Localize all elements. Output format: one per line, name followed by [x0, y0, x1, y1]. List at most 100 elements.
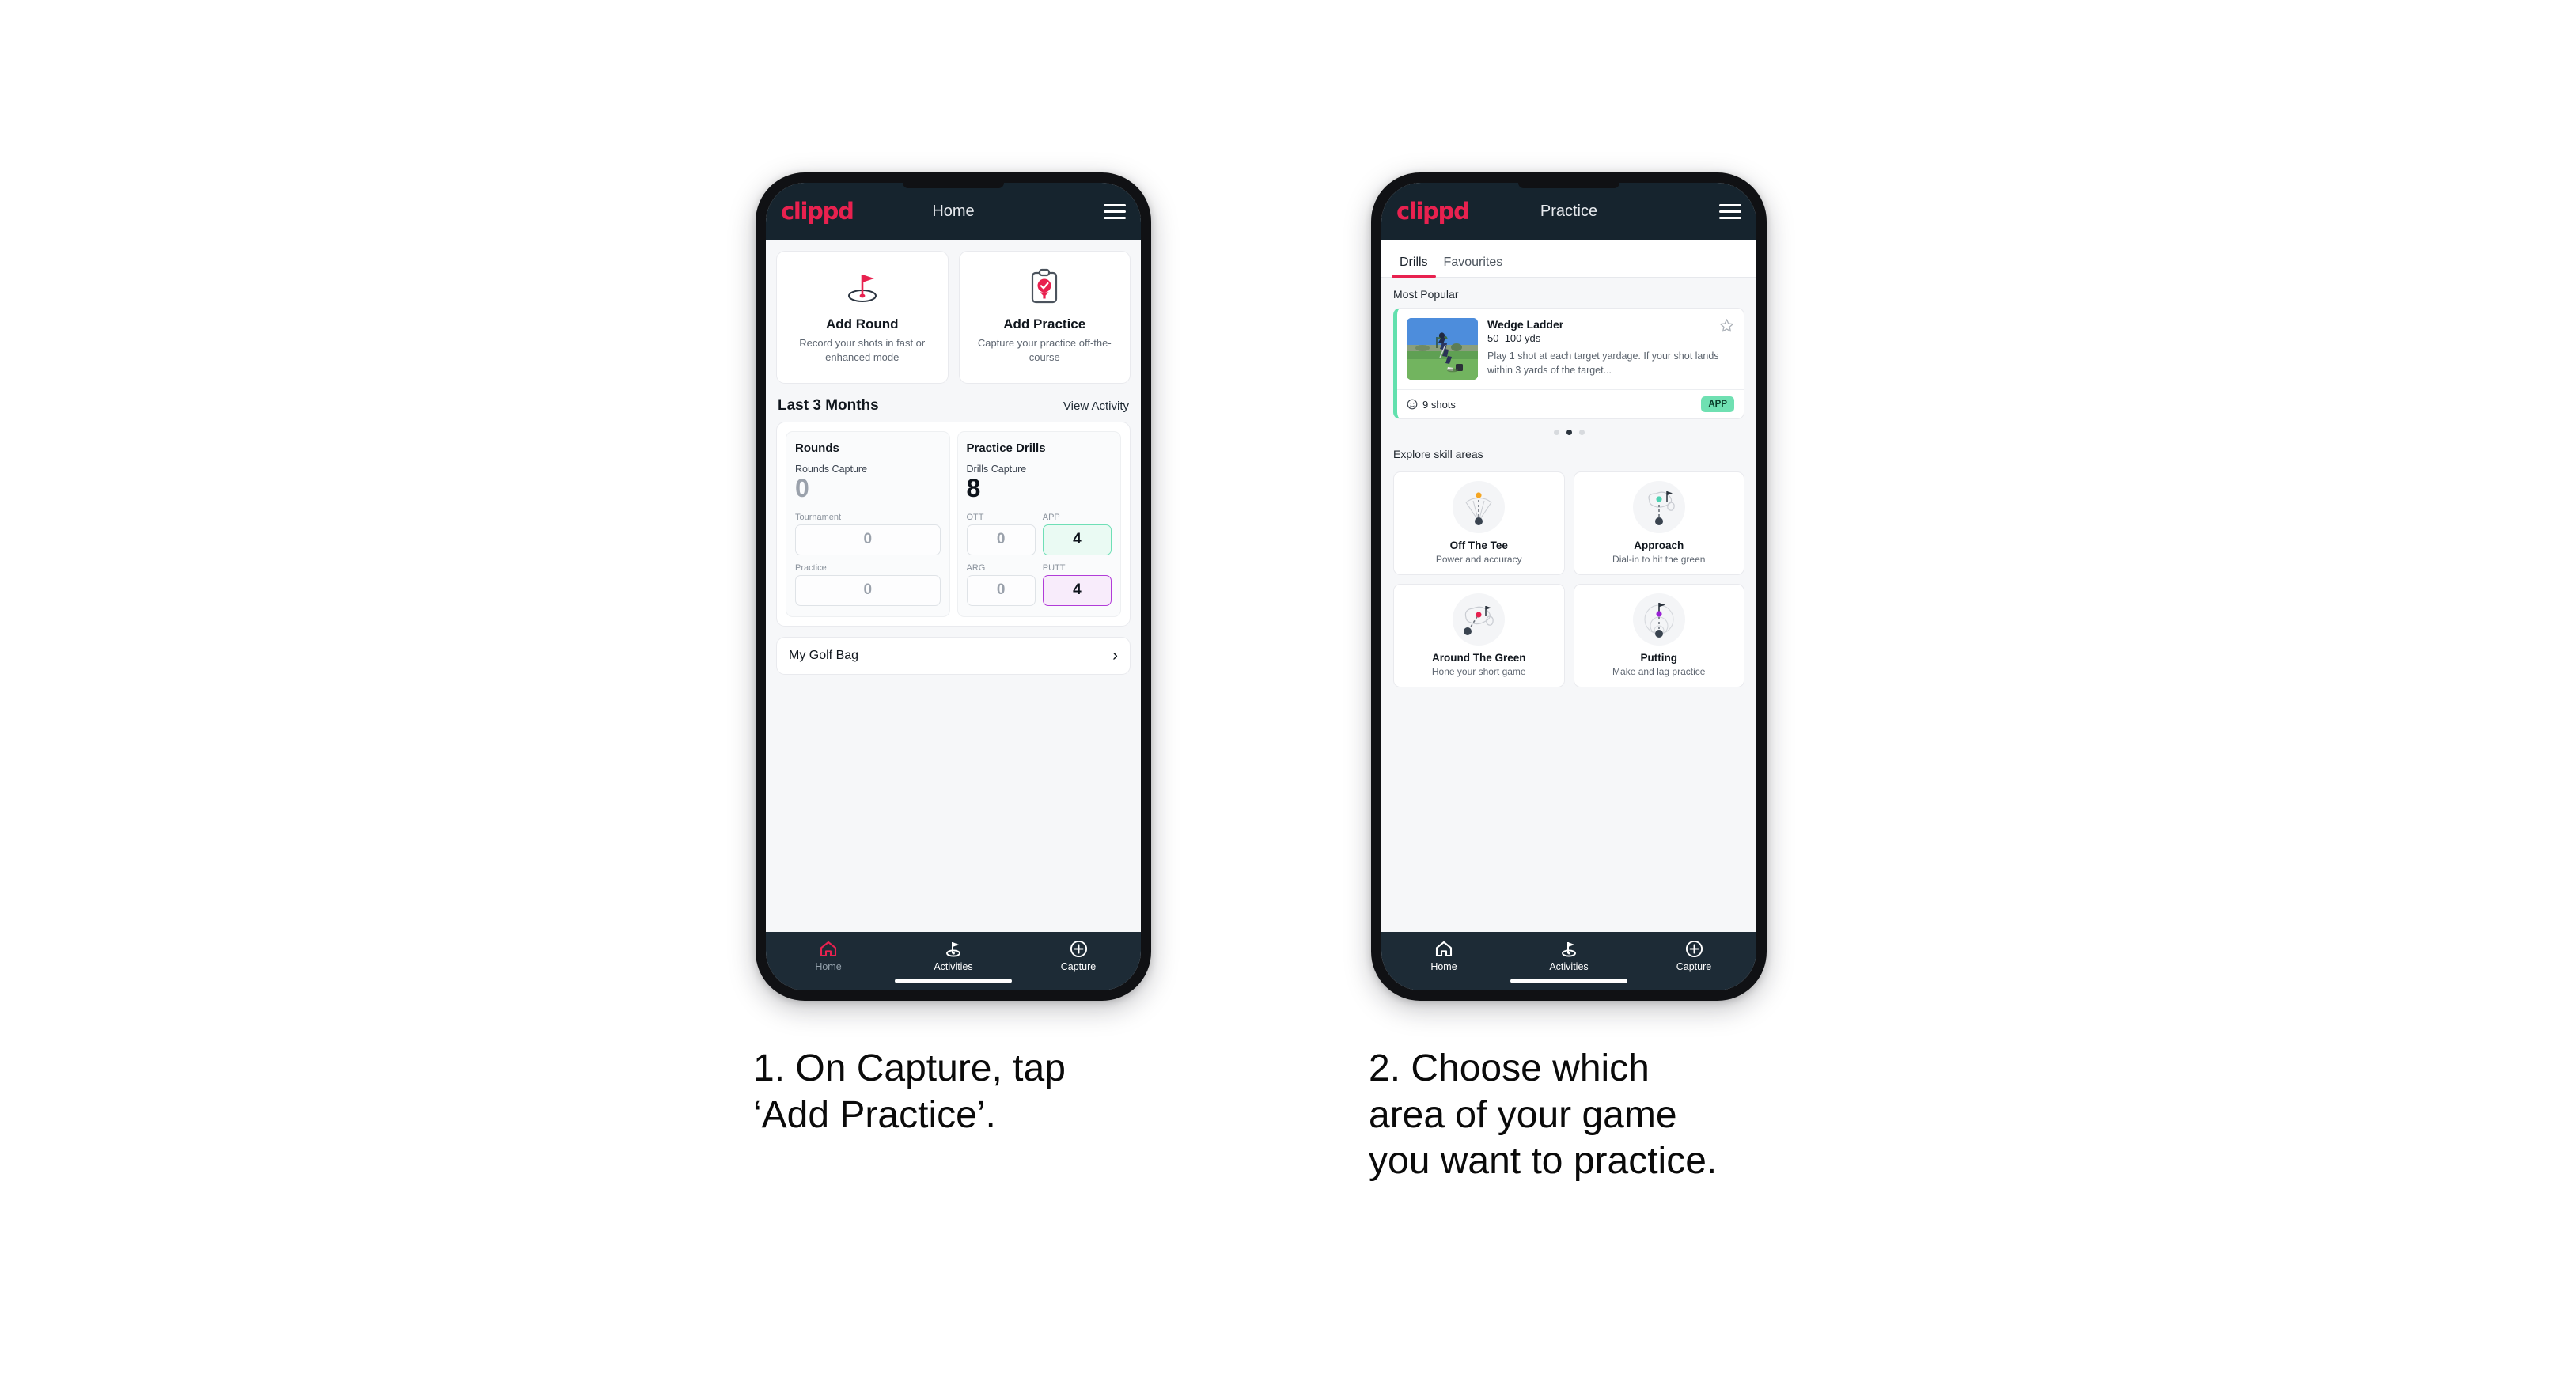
skill-card-around-the-green[interactable]: Around The Green Hone your short game — [1393, 584, 1565, 687]
chevron-right-icon: › — [1112, 646, 1118, 665]
add-round-card[interactable]: Add Round Record your shots in fast or e… — [776, 251, 949, 384]
home-indicator — [1510, 979, 1627, 983]
explore-skill-areas-label: Explore skill areas — [1393, 448, 1483, 460]
skill-name: Off The Tee — [1449, 540, 1508, 551]
drill-card-footer: 9 shots APP — [1397, 389, 1744, 418]
quick-actions-row: Add Round Record your shots in fast or e… — [766, 240, 1141, 384]
ott-field: OTT 0 — [966, 512, 1036, 555]
phone-screen-home: clippd Home Add Round Record your shots … — [766, 183, 1141, 990]
drill-tag-app: APP — [1701, 396, 1734, 412]
app-label: APP — [1042, 512, 1060, 522]
nav-item-home[interactable]: Home — [1381, 939, 1506, 972]
drill-thumbnail — [1407, 318, 1478, 380]
skill-card-approach[interactable]: Approach Dial-in to hit the green — [1573, 471, 1744, 575]
skill-areas-grid: Off The Tee Power and accuracy Approach … — [1381, 468, 1756, 699]
home-icon — [819, 939, 838, 958]
phone-notch — [903, 183, 1004, 188]
putt-value[interactable]: 4 — [1042, 574, 1112, 606]
add-practice-title: Add Practice — [1003, 316, 1086, 331]
tournament-value[interactable]: 0 — [795, 524, 941, 555]
caption-step-2: 2. Choose which area of your game you wa… — [1369, 1047, 1718, 1183]
putt-label: PUTT — [1042, 562, 1066, 573]
skill-subtitle: Hone your short game — [1431, 666, 1526, 677]
drill-name: Wedge Ladder — [1487, 318, 1564, 331]
practice-rounds-label: Practice — [795, 562, 827, 573]
app-bar-home: clippd Home — [766, 183, 1141, 240]
practice-content: Most Popular Wedge Ladder 50–100 yds Pla… — [1381, 278, 1756, 932]
section-title: Last 3 Months — [778, 397, 879, 414]
my-golf-bag-label: My Golf Bag — [789, 648, 859, 662]
hamburger-menu-icon[interactable] — [1719, 202, 1741, 221]
star-outline-icon[interactable] — [1719, 318, 1734, 337]
ott-label: OTT — [966, 512, 984, 522]
home-content: Add Round Record your shots in fast or e… — [766, 240, 1141, 932]
tab-favourites[interactable]: Favourites — [1436, 256, 1511, 277]
hamburger-menu-icon[interactable] — [1104, 202, 1126, 221]
carousel-dots — [1381, 419, 1756, 437]
skill-name: Around The Green — [1431, 652, 1526, 664]
carousel-dot[interactable] — [1578, 430, 1585, 435]
chip-around-green-icon — [1453, 593, 1506, 646]
app-bar-practice: clippd Practice — [1381, 183, 1756, 240]
drill-meta: Wedge Ladder 50–100 yds Play 1 shot at e… — [1487, 318, 1734, 380]
nav-item-capture[interactable]: Capture — [1016, 939, 1141, 972]
nav-label-home: Home — [815, 961, 842, 972]
arg-value[interactable]: 0 — [966, 574, 1036, 606]
bottom-nav-home: Home Activities Capture — [766, 932, 1141, 990]
rounds-heading: Rounds — [795, 441, 839, 455]
stats-card: Rounds Rounds Capture 0 Tournament 0 Pra… — [776, 422, 1131, 627]
my-golf-bag-row[interactable]: My Golf Bag › — [776, 636, 1131, 675]
nav-item-home[interactable]: Home — [766, 939, 891, 972]
nav-label-home: Home — [1430, 961, 1457, 972]
tab-drills[interactable]: Drills — [1392, 256, 1436, 278]
nav-item-capture[interactable]: Capture — [1631, 939, 1756, 972]
practice-drills-stat-column: Practice Drills Drills Capture 8 OTT 0 A… — [957, 431, 1121, 617]
plus-circle-icon — [1685, 939, 1703, 958]
last-3-months-header: Last 3 Months View Activity — [766, 384, 1141, 422]
practice-rounds-value[interactable]: 0 — [795, 574, 941, 606]
rounds-stat-column: Rounds Rounds Capture 0 Tournament 0 Pra… — [786, 431, 950, 617]
skill-name: Putting — [1640, 652, 1678, 664]
skill-subtitle: Power and accuracy — [1435, 554, 1522, 565]
drill-yardage: 50–100 yds — [1487, 332, 1541, 344]
clippd-logo[interactable]: clippd — [781, 198, 854, 225]
clipboard-check-golf-tee-icon — [1027, 264, 1062, 309]
view-activity-link[interactable]: View Activity — [1063, 400, 1129, 413]
skill-card-off-the-tee[interactable]: Off The Tee Power and accuracy — [1393, 471, 1565, 575]
golf-flag-icon — [1559, 939, 1579, 958]
drills-capture-label: Drills Capture — [966, 464, 1027, 475]
rounds-capture-label: Rounds Capture — [795, 464, 868, 475]
skill-card-putting[interactable]: Putting Make and lag practice — [1573, 584, 1744, 687]
drill-carousel[interactable]: Wedge Ladder 50–100 yds Play 1 shot at e… — [1381, 308, 1756, 419]
plus-circle-icon — [1070, 939, 1088, 958]
phone-notch — [1518, 183, 1619, 188]
add-round-subtitle: Record your shots in fast or enhanced mo… — [799, 337, 926, 363]
home-indicator — [895, 979, 1012, 983]
carousel-dot[interactable] — [1553, 430, 1559, 435]
tournament-field: Tournament 0 — [795, 513, 941, 555]
nav-label-activities: Activities — [934, 961, 973, 972]
nav-label-capture: Capture — [1676, 961, 1712, 972]
drill-card-wedge-ladder[interactable]: Wedge Ladder 50–100 yds Play 1 shot at e… — [1393, 308, 1744, 419]
nav-label-capture: Capture — [1060, 961, 1097, 972]
nav-item-activities[interactable]: Activities — [1506, 939, 1631, 972]
nav-item-activities[interactable]: Activities — [891, 939, 1016, 972]
clippd-logo[interactable]: clippd — [1396, 198, 1470, 225]
golf-flag-hole-icon — [843, 264, 881, 309]
putting-rings-icon — [1632, 593, 1685, 646]
arg-field: ARG 0 — [966, 563, 1036, 606]
add-practice-card[interactable]: Add Practice Capture your practice off-t… — [958, 251, 1131, 384]
app-value[interactable]: 4 — [1042, 524, 1112, 555]
skill-subtitle: Dial-in to hit the green — [1612, 554, 1706, 565]
drill-shots-label: 9 shots — [1422, 398, 1456, 411]
ott-value[interactable]: 0 — [966, 524, 1036, 555]
most-popular-label: Most Popular — [1393, 288, 1459, 301]
putt-field: PUTT 4 — [1042, 562, 1112, 606]
clock-icon — [1407, 399, 1418, 410]
carousel-dot-active[interactable] — [1566, 430, 1572, 435]
drill-fields-row-1: OTT 0 APP 4 — [966, 512, 1112, 555]
nav-label-activities: Activities — [1549, 961, 1589, 972]
drill-shots: 9 shots — [1407, 399, 1456, 411]
caption-step-1: 1. On Capture, tap ‘Add Practice’. — [753, 1047, 1066, 1136]
practice-tabs: Drills Favourites — [1381, 240, 1756, 278]
